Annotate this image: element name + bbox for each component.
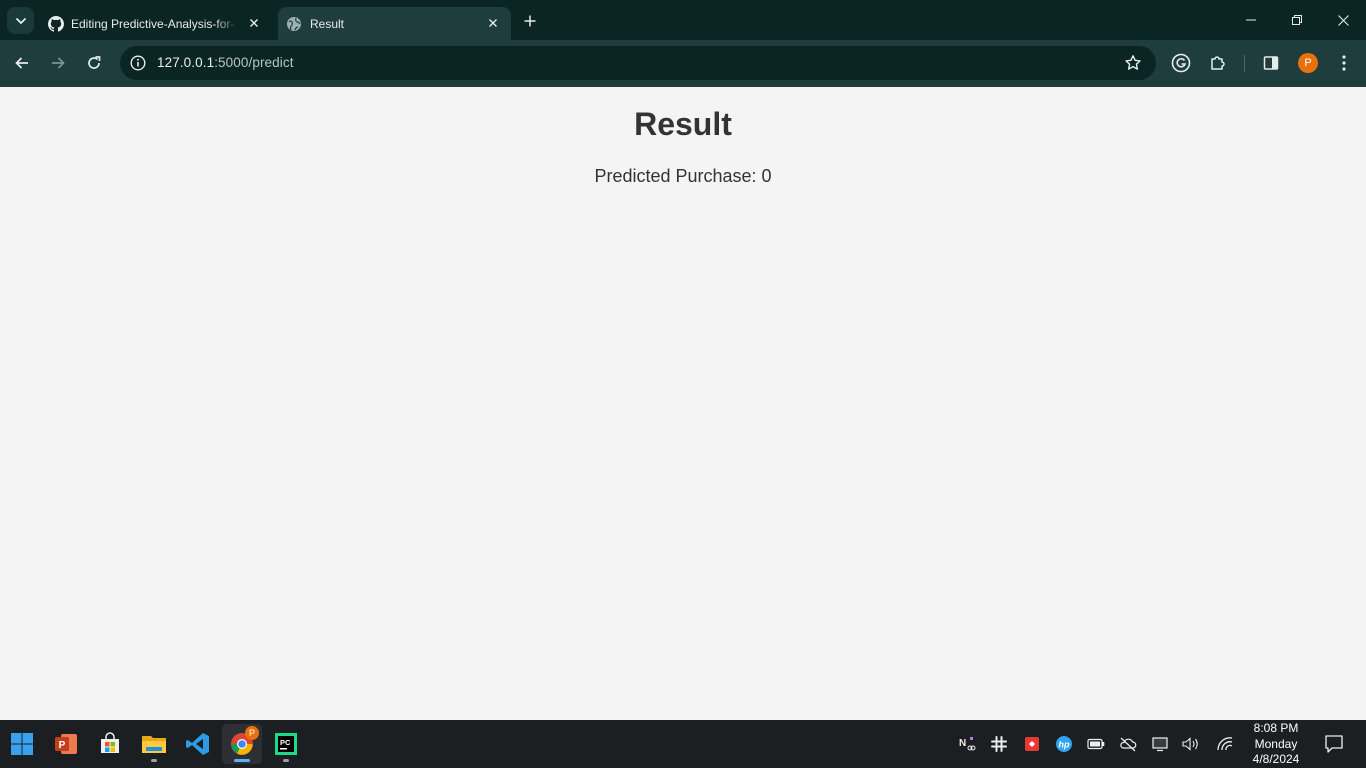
extensions-button[interactable] — [1207, 52, 1229, 74]
tab-github-editing[interactable]: Editing Predictive-Analysis-for- — [40, 7, 272, 40]
close-icon — [1337, 14, 1349, 26]
tab-title: Result — [310, 16, 345, 31]
clock-date: 4/8/2024 — [1252, 752, 1300, 766]
running-indicator — [283, 759, 289, 762]
svg-text:N: N — [959, 738, 966, 749]
hp-icon: hp — [1056, 736, 1072, 752]
windows-taskbar: P P PC N hp 8:08 PM Monday 4/8/2024 — [0, 720, 1366, 768]
svg-text:P: P — [59, 740, 66, 751]
browser-menu-button[interactable] — [1333, 52, 1355, 74]
tray-volume[interactable] — [1181, 734, 1201, 754]
minimize-button[interactable] — [1228, 0, 1274, 40]
prediction-result-text: Predicted Purchase: 0 — [594, 166, 772, 186]
cloud-off-icon — [1120, 737, 1137, 752]
close-icon — [489, 19, 497, 27]
toolbar-separator — [1244, 55, 1245, 72]
profile-avatar[interactable]: P — [1298, 53, 1318, 73]
speaker-icon — [1182, 737, 1198, 751]
store-icon — [101, 732, 119, 753]
close-window-button[interactable] — [1320, 0, 1366, 40]
taskbar-powerpoint[interactable]: P — [46, 724, 86, 764]
minimize-icon — [1246, 19, 1256, 21]
start-button[interactable] — [2, 724, 42, 764]
notification-icon — [1325, 735, 1343, 753]
close-tab-button[interactable] — [246, 15, 262, 31]
tab-strip: Editing Predictive-Analysis-for- Result — [0, 0, 1366, 40]
globe-icon — [287, 16, 301, 31]
url-host: 127.0.0.1 — [157, 55, 215, 70]
tab-title: Editing Predictive-Analysis-for- — [71, 16, 235, 31]
monitor-icon — [1152, 737, 1168, 752]
red-app-icon — [1025, 737, 1039, 751]
close-icon — [250, 19, 258, 27]
side-panel-button[interactable] — [1260, 52, 1282, 74]
tray-battery[interactable] — [1086, 734, 1106, 754]
address-bar[interactable]: 127.0.0.1:5000/predict — [120, 46, 1156, 80]
battery-icon — [1087, 738, 1105, 750]
running-indicator — [151, 759, 157, 762]
clock-day: Monday — [1254, 736, 1298, 751]
taskbar-file-explorer[interactable] — [134, 724, 174, 764]
chevron-down-icon — [15, 17, 26, 24]
tray-hp[interactable]: hp — [1054, 734, 1074, 754]
active-indicator — [234, 759, 250, 762]
browser-toolbar: 127.0.0.1:5000/predict P — [0, 40, 1366, 87]
kebab-menu-icon — [1342, 55, 1346, 71]
onenote-clipper-icon: N — [959, 737, 976, 751]
close-tab-button[interactable] — [485, 15, 501, 31]
chrome-profile-badge: P — [245, 726, 259, 740]
file-explorer-icon — [142, 736, 166, 753]
restore-icon — [1292, 15, 1302, 25]
new-tab-button[interactable] — [518, 9, 542, 33]
taskbar-chrome[interactable]: P — [222, 724, 262, 764]
tray-red-app[interactable] — [1022, 734, 1042, 754]
site-info-icon[interactable] — [130, 55, 146, 71]
tab-result[interactable]: Result — [278, 7, 511, 40]
arrow-left-icon — [15, 57, 28, 69]
url-text[interactable]: 127.0.0.1:5000/predict — [157, 55, 294, 70]
side-panel-icon — [1263, 56, 1279, 70]
pycharm-icon: PC — [275, 733, 297, 755]
taskbar-vscode[interactable] — [178, 724, 218, 764]
forward-button[interactable] — [44, 49, 72, 77]
clock-time: 8:08 PM — [1253, 721, 1299, 735]
reload-button[interactable] — [80, 49, 108, 77]
taskbar-clock[interactable]: 8:08 PM Monday 4/8/2024 — [1244, 721, 1308, 768]
puzzle-icon — [1211, 56, 1225, 70]
restore-button[interactable] — [1274, 0, 1320, 40]
page-title: Result — [634, 106, 732, 142]
svg-text:PC: PC — [280, 738, 291, 747]
reload-icon — [88, 56, 101, 69]
github-icon — [48, 15, 64, 32]
grammarly-icon — [1171, 53, 1191, 73]
page-viewport: Result Predicted Purchase: 0 — [0, 87, 1366, 720]
tray-onenote[interactable]: N — [957, 734, 977, 754]
vscode-icon — [186, 733, 209, 755]
powerpoint-icon: P — [55, 734, 77, 754]
arrow-right-icon — [52, 57, 65, 69]
back-button[interactable] — [8, 49, 36, 77]
tray-wifi[interactable] — [1215, 734, 1235, 754]
plus-icon — [524, 15, 536, 27]
grammarly-extension-button[interactable] — [1170, 52, 1192, 74]
tray-display[interactable] — [1150, 734, 1170, 754]
url-path: :5000/predict — [214, 55, 294, 70]
bookmark-star-icon[interactable] — [1124, 54, 1142, 72]
wifi-icon — [1217, 737, 1233, 751]
notification-center-button[interactable] — [1323, 733, 1345, 755]
tab-search-button[interactable] — [7, 7, 34, 34]
tray-onedrive[interactable] — [1118, 734, 1138, 754]
svg-text:hp: hp — [1059, 740, 1070, 750]
taskbar-pycharm[interactable]: PC — [266, 724, 306, 764]
windows-logo-icon — [11, 733, 33, 755]
taskbar-store[interactable] — [90, 724, 130, 764]
tray-slack[interactable] — [989, 734, 1009, 754]
slack-icon — [991, 736, 1007, 752]
